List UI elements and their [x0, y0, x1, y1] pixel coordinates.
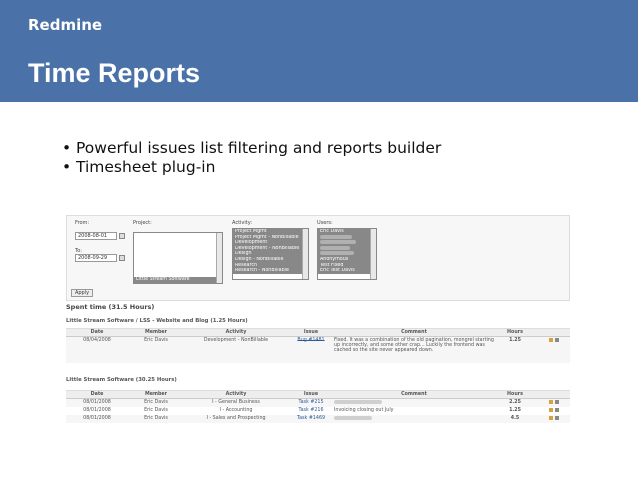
- filter-panel: From: 2008-08-01 To: 2008-09-29 Project:…: [66, 215, 570, 301]
- project-option[interactable]: Little Stream Software: [134, 277, 218, 283]
- column-header[interactable]: Activity: [184, 390, 288, 399]
- redmine-screenshot: From: 2008-08-01 To: 2008-09-29 Project:…: [66, 215, 570, 430]
- edit-icon[interactable]: [549, 407, 553, 412]
- activity-cell: I - Sales and Prospecting: [184, 414, 288, 423]
- actions-cell: [536, 336, 570, 363]
- delete-icon[interactable]: [555, 407, 559, 412]
- activity-label: Activity:: [232, 220, 253, 226]
- hours-cell: 1.25: [494, 336, 536, 363]
- member-cell: Eric Davis: [128, 398, 184, 407]
- users-select[interactable]: Eric Davis Anonymous Test Fixed Eric Tes…: [317, 228, 377, 280]
- edit-icon[interactable]: [549, 400, 553, 404]
- actions-cell: [536, 414, 570, 423]
- group-heading: Little Stream Software / LSS - Website a…: [66, 318, 248, 324]
- project-label: Project:: [133, 220, 152, 226]
- time-entries-table: Date Member Activity Issue Comment Hours…: [66, 328, 570, 363]
- brand-label: Redmine: [28, 16, 103, 34]
- to-date-input[interactable]: 2008-09-29: [75, 254, 117, 262]
- scrollbar[interactable]: [302, 229, 308, 279]
- activity-cell: I - General Business: [184, 398, 288, 407]
- bullet-item: Timesheet plug-in: [62, 158, 441, 177]
- column-header[interactable]: Member: [128, 328, 184, 337]
- edit-icon[interactable]: [549, 415, 553, 420]
- actions-cell: [536, 407, 570, 415]
- issue-link[interactable]: Task #216: [298, 408, 323, 413]
- activity-cell: I - Accounting: [219, 407, 253, 413]
- comment-cell: [334, 398, 494, 407]
- member-cell: Eric Davis: [128, 336, 184, 363]
- table-row: 08/04/2008 Eric Davis Development - NonB…: [66, 336, 570, 363]
- scrollbar[interactable]: [216, 233, 222, 283]
- comment-cell: Invoicing closing out July: [334, 407, 394, 413]
- project-select[interactable]: Little Stream Software: [133, 232, 223, 284]
- bullet-list: Powerful issues list filtering and repor…: [62, 139, 441, 177]
- activity-cell: Development - NonBillable: [184, 336, 288, 363]
- from-label: From:: [75, 220, 90, 226]
- redacted-comment: [334, 400, 382, 404]
- table-row: 08/01/2008 Eric Davis I - Sales and Pros…: [66, 414, 570, 423]
- column-header[interactable]: Comment: [334, 328, 494, 337]
- calendar-icon[interactable]: [119, 255, 125, 261]
- column-header[interactable]: Comment: [334, 390, 494, 399]
- from-date-input[interactable]: 2008-08-01: [75, 232, 117, 240]
- delete-icon[interactable]: [555, 415, 559, 420]
- issue-link[interactable]: Bug #1481: [297, 338, 324, 343]
- delete-icon[interactable]: [555, 338, 559, 342]
- date-cell: 08/01/2008: [66, 414, 128, 423]
- slide-header: Redmine Time Reports: [0, 0, 638, 102]
- member-cell: Eric Davis: [128, 414, 184, 423]
- actions-cell: [536, 398, 570, 407]
- comment-cell: Fixed. It was a combination of the old p…: [334, 336, 494, 363]
- column-header[interactable]: Date: [66, 328, 128, 337]
- issue-link[interactable]: Task #215: [298, 400, 323, 405]
- issue-cell[interactable]: Task #216: [288, 407, 334, 415]
- calendar-icon[interactable]: [119, 233, 125, 239]
- comment-cell: [334, 414, 494, 423]
- time-entries-table: Date Member Activity Issue Comment Hours…: [66, 390, 570, 423]
- spent-time-heading: Spent time (31.5 Hours): [66, 303, 155, 311]
- column-header[interactable]: Issue: [288, 390, 334, 399]
- hours-cell: 1.25: [509, 407, 521, 413]
- date-cell: 08/01/2008: [83, 407, 111, 413]
- column-header[interactable]: Issue: [288, 328, 334, 337]
- issue-cell[interactable]: Task #215: [288, 398, 334, 407]
- users-label: Users:: [317, 220, 333, 226]
- hours-cell: 2.25: [494, 398, 536, 407]
- bullet-item: Powerful issues list filtering and repor…: [62, 139, 441, 158]
- table-row: 08/01/2008 Eric Davis I - Accounting Tas…: [66, 407, 570, 415]
- column-header[interactable]: Activity: [184, 328, 288, 337]
- apply-button[interactable]: Apply: [71, 289, 93, 297]
- column-header[interactable]: Hours: [494, 328, 536, 337]
- edit-icon[interactable]: [549, 338, 553, 342]
- activity-select[interactable]: Project Mgmt Project Mgmt - NonBillable …: [232, 228, 309, 280]
- member-cell: Eric Davis: [144, 407, 168, 413]
- table-row: 08/01/2008 Eric Davis I - General Busine…: [66, 398, 570, 407]
- slide-title: Time Reports: [28, 58, 201, 88]
- delete-icon[interactable]: [555, 400, 559, 404]
- user-option[interactable]: Eric Test Davis: [318, 268, 376, 274]
- column-header[interactable]: Date: [66, 390, 128, 399]
- date-cell: 08/04/2008: [66, 336, 128, 363]
- issue-cell[interactable]: Task #1469: [288, 414, 334, 423]
- activity-option[interactable]: Research - NonBillable: [233, 268, 308, 274]
- redacted-comment: [334, 415, 372, 420]
- date-cell: 08/01/2008: [66, 398, 128, 407]
- hours-cell: 4.5: [494, 414, 536, 423]
- column-header[interactable]: Member: [128, 390, 184, 399]
- group-heading: Little Stream Software (30.25 Hours): [66, 377, 177, 383]
- column-header[interactable]: Hours: [494, 390, 536, 399]
- scrollbar[interactable]: [370, 229, 376, 279]
- column-header-actions: [536, 390, 570, 399]
- column-header-actions: [536, 328, 570, 337]
- issue-link[interactable]: Task #1469: [297, 416, 325, 421]
- issue-cell[interactable]: Bug #1481: [288, 336, 334, 363]
